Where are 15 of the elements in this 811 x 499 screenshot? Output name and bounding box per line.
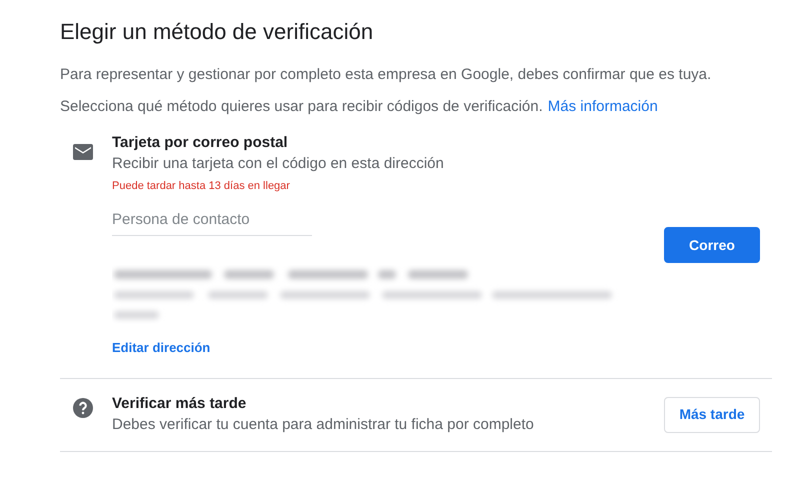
option-title: Verificar más tarde — [112, 394, 248, 414]
more-info-link[interactable]: Más información — [548, 97, 658, 117]
option-description: Recibir una tarjeta con el código en esta dirección — [112, 154, 445, 174]
instruction-text: Selecciona qué método quieres usar para recibir códigos de verificación. — [60, 97, 543, 117]
contact-input[interactable]: Persona de contacto — [112, 208, 312, 236]
mail-button[interactable]: Correo — [664, 227, 760, 264]
warning-text: Puede tardar hasta 13 días en llegar — [112, 179, 291, 194]
option-description: Debes verificar tu cuenta para administrar tu ficha por completo — [112, 414, 535, 434]
mail-icon — [73, 144, 93, 160]
page-title: Elegir un método de verificación — [60, 18, 374, 46]
edit-address-link[interactable]: Editar dirección — [112, 338, 210, 358]
option-title: Tarjeta por correo postal — [112, 133, 289, 153]
help-icon — [73, 398, 93, 418]
later-button[interactable]: Más tarde — [664, 396, 760, 432]
intro-text: Para representar y gestionar por completo esta empresa en Google, debes confirmar que es tuya. — [60, 65, 712, 85]
